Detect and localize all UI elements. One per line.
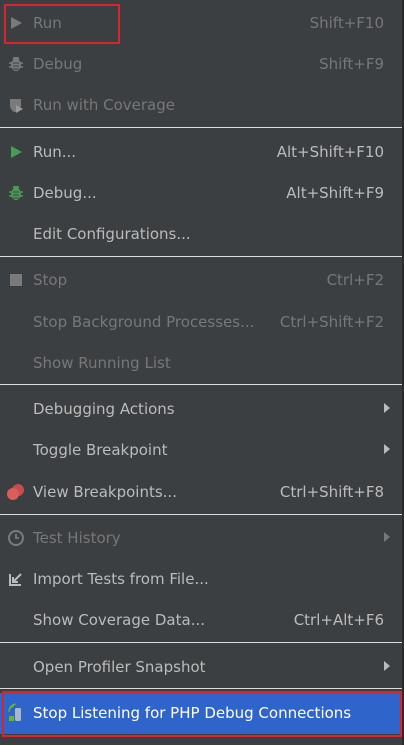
menu-item-shortcut: Shift+F10	[309, 14, 384, 32]
menu-item-label: Show Running List	[33, 354, 171, 372]
menu-item-label: Test History	[33, 529, 121, 547]
menu-item-test-history[interactable]: Test History	[0, 518, 402, 558]
separator	[0, 642, 402, 643]
separator	[0, 688, 402, 689]
menu-item-label: Run...	[33, 143, 77, 161]
menu-item-label: Stop Background Processes...	[33, 313, 255, 331]
separator	[0, 256, 402, 257]
separator	[0, 384, 402, 385]
submenu-arrow-icon	[384, 661, 390, 671]
breakpoints-icon	[6, 482, 26, 502]
submenu-arrow-icon	[384, 403, 390, 413]
separator	[0, 514, 402, 515]
menu-item-debug-config[interactable]: Debug... Alt+Shift+F9	[0, 173, 402, 213]
menu-item-label: Run with Coverage	[33, 96, 175, 114]
menu-item-toggle-breakpoint[interactable]: Toggle Breakpoint	[0, 430, 402, 470]
highlight-box-run	[4, 4, 120, 44]
menu-item-import-tests[interactable]: Import Tests from File...	[0, 559, 402, 599]
menu-item-label: Open Profiler Snapshot	[33, 658, 206, 676]
menu-item-label: Import Tests from File...	[33, 570, 209, 588]
menu-item-shortcut: Ctrl+F2	[326, 271, 384, 289]
menu-item-label: View Breakpoints...	[33, 483, 177, 501]
menu-item-debug[interactable]: Debug Shift+F9	[0, 44, 402, 84]
menu-item-label: Toggle Breakpoint	[33, 441, 168, 459]
stop-square-icon	[6, 270, 26, 290]
bug-icon	[6, 183, 26, 203]
menu-item-label: Show Coverage Data...	[33, 611, 205, 629]
menu-item-shortcut: Ctrl+Shift+F2	[279, 313, 384, 331]
menu-item-label: Debug...	[33, 184, 97, 202]
menu-item-run-with-coverage[interactable]: Run with Coverage	[0, 85, 402, 125]
menu-item-show-coverage-data[interactable]: Show Coverage Data... Ctrl+Alt+F6	[0, 600, 402, 640]
menu-item-run-config[interactable]: Run... Alt+Shift+F10	[0, 132, 402, 172]
menu-item-shortcut: Shift+F9	[319, 55, 384, 73]
menu-item-stop-background[interactable]: Stop Background Processes... Ctrl+Shift+…	[0, 302, 402, 342]
clock-icon	[6, 528, 26, 548]
menu-item-stop[interactable]: Stop Ctrl+F2	[0, 260, 402, 300]
menu-item-shortcut: Ctrl+Shift+F8	[279, 483, 384, 501]
menu-item-label: Debugging Actions	[33, 400, 175, 418]
submenu-arrow-icon	[384, 532, 390, 542]
menu-item-label: Edit Configurations...	[33, 225, 191, 243]
import-arrow-icon	[6, 569, 26, 589]
menu-item-view-breakpoints[interactable]: View Breakpoints... Ctrl+Shift+F8	[0, 472, 402, 512]
run-menu: Run Shift+F10 Debug Shift+F9 Run with Co…	[0, 0, 404, 745]
menu-item-edit-configurations[interactable]: Edit Configurations...	[0, 214, 402, 254]
highlight-box-stop-listening	[2, 691, 402, 737]
menu-item-label: Stop	[33, 271, 68, 289]
menu-item-shortcut: Alt+Shift+F9	[286, 184, 384, 202]
separator	[0, 127, 402, 128]
menu-item-open-profiler-snapshot[interactable]: Open Profiler Snapshot	[0, 647, 402, 687]
bug-icon	[6, 54, 26, 74]
menu-item-show-running-list[interactable]: Show Running List	[0, 343, 402, 383]
play-icon	[6, 142, 26, 162]
coverage-shield-icon	[6, 95, 26, 115]
menu-item-shortcut: Alt+Shift+F10	[276, 143, 384, 161]
menu-item-shortcut: Ctrl+Alt+F6	[293, 611, 384, 629]
menu-item-label: Debug	[33, 55, 83, 73]
menu-item-debugging-actions[interactable]: Debugging Actions	[0, 389, 402, 429]
submenu-arrow-icon	[384, 444, 390, 454]
